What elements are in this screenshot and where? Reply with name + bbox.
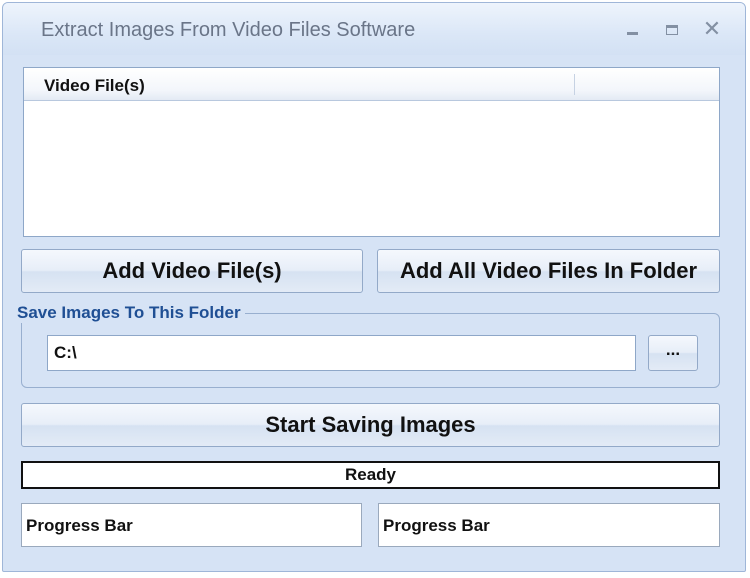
status-bar: Ready: [21, 461, 720, 489]
save-folder-input[interactable]: [47, 335, 636, 371]
window-title: Extract Images From Video Files Software: [41, 19, 416, 41]
column-header-video-files[interactable]: Video File(s): [44, 76, 145, 96]
maximize-button[interactable]: [655, 15, 689, 43]
start-saving-images-button[interactable]: Start Saving Images: [21, 403, 720, 447]
add-video-files-button[interactable]: Add Video File(s): [21, 249, 363, 293]
column-separator[interactable]: [574, 74, 575, 95]
video-file-list[interactable]: Video File(s): [23, 67, 720, 237]
title-bar[interactable]: Extract Images From Video Files Software…: [3, 3, 745, 55]
save-folder-legend: Save Images To This Folder: [13, 303, 245, 323]
minimize-icon: [626, 32, 638, 36]
close-button[interactable]: ✕: [695, 15, 729, 43]
progress-bar-2-label: Progress Bar: [383, 516, 490, 535]
close-icon: ✕: [702, 16, 722, 41]
add-all-video-files-in-folder-button[interactable]: Add All Video Files In Folder: [377, 249, 720, 293]
maximize-icon: [666, 24, 678, 35]
app-window: Extract Images From Video Files Software…: [2, 2, 746, 572]
progress-bar-1: Progress Bar: [21, 503, 362, 547]
minimize-button[interactable]: [615, 15, 649, 43]
progress-bar-2: Progress Bar: [378, 503, 720, 547]
list-header: Video File(s): [24, 68, 719, 101]
progress-bar-1-label: Progress Bar: [26, 516, 133, 535]
browse-folder-button[interactable]: ...: [648, 335, 698, 371]
